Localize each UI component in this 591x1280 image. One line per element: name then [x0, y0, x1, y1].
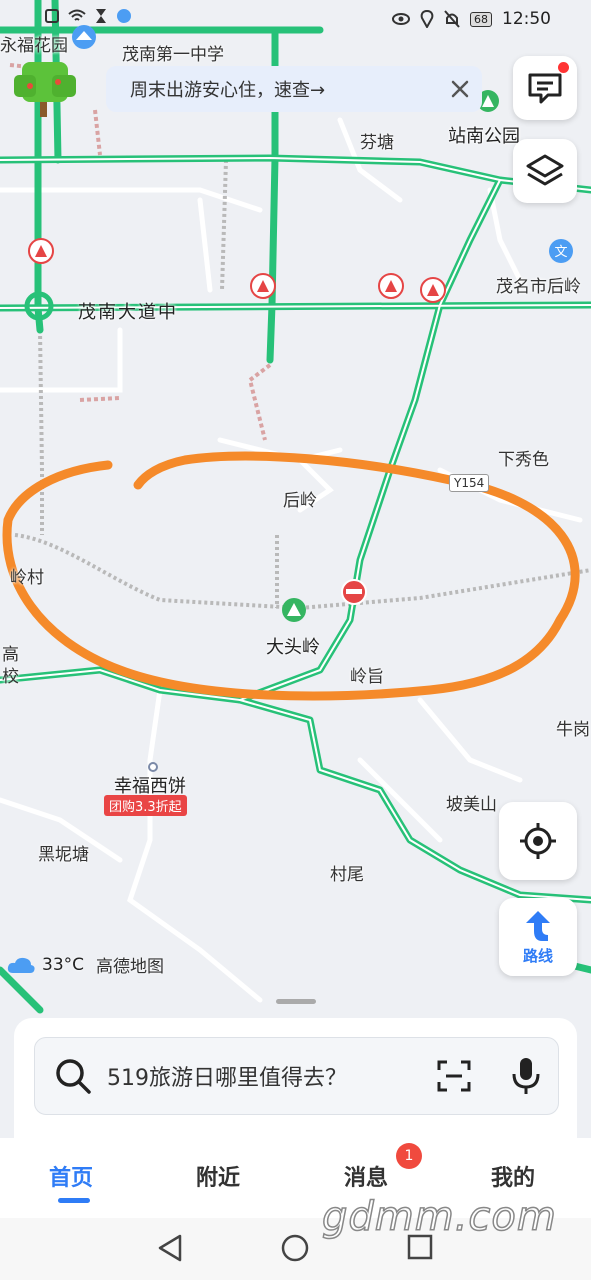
no-entry-icon [341, 579, 367, 605]
mountain-poi-icon [282, 598, 306, 622]
home-icon[interactable] [281, 1234, 309, 1262]
search-icon [56, 1059, 91, 1094]
place-label: 下秀色 [498, 450, 549, 470]
culture-poi-icon: 文 [549, 239, 573, 263]
banner-text[interactable]: 周末出游安心住，速查→ [130, 76, 325, 102]
cloud-icon [7, 957, 35, 973]
search-input[interactable]: 519旅游日哪里值得去？ [107, 1060, 347, 1092]
place-label: 村尾 [330, 865, 364, 885]
deal-badge[interactable]: 团购3.3折起 [104, 795, 187, 816]
mic-icon[interactable] [511, 1056, 541, 1096]
tab-messages[interactable]: 消息 [344, 1160, 388, 1192]
status-icons-right: 68 12:50 [392, 9, 551, 29]
place-label: 茂名市后岭 [496, 277, 581, 297]
place-label: 茂南第一中学 [122, 45, 224, 65]
status-icons-left [44, 8, 132, 24]
tab-nearby[interactable]: 附近 [196, 1160, 240, 1192]
search-bar[interactable]: 519旅游日哪里值得去？ [34, 1037, 559, 1115]
location-icon [420, 10, 434, 28]
place-label: 坡美山 [446, 795, 497, 815]
status-bar: 68 12:50 [0, 0, 591, 40]
amap-screen: 文 永福花园 茂南第一中学 芬塘 站南公园 茂南大道中 茂名市后岭 下秀色 Y1… [0, 0, 591, 1280]
route-button[interactable]: 路线 [499, 898, 577, 976]
road-number-tag: Y154 [449, 474, 490, 492]
watermark: gdmm.com [321, 1193, 557, 1241]
promo-banner[interactable]: 周末出游安心住，速查→ [106, 66, 482, 112]
place-label: 后岭 [283, 491, 317, 511]
layers-button[interactable] [513, 139, 577, 203]
app-icon [117, 9, 131, 23]
notification-icon [45, 9, 59, 23]
place-label: 黑坭塘 [38, 845, 89, 865]
eye-icon [392, 13, 410, 25]
place-label: 芬塘 [360, 133, 394, 153]
mute-icon [444, 10, 460, 28]
tab-home[interactable]: 首页 [49, 1160, 93, 1192]
tab-mine[interactable]: 我的 [491, 1160, 535, 1192]
svg-text:文: 文 [554, 245, 567, 260]
messages-badge: 1 [396, 1143, 422, 1169]
weather-indicator[interactable]: 33°C 高德地图 [6, 952, 164, 977]
place-label: 校 [2, 667, 19, 687]
place-label: 岭村 [10, 568, 44, 588]
place-label: 大头岭 [266, 637, 320, 658]
back-icon[interactable] [158, 1234, 182, 1262]
place-label: 岭旨 [350, 667, 384, 687]
active-tab-indicator [58, 1198, 90, 1203]
route-label: 路线 [522, 946, 553, 965]
battery-indicator: 68 [470, 11, 492, 27]
locate-button[interactable] [499, 802, 577, 880]
close-icon[interactable] [446, 75, 474, 103]
layers-icon [526, 154, 564, 186]
locate-icon [520, 823, 556, 859]
wifi-icon [68, 9, 86, 21]
hourglass-icon [96, 9, 106, 23]
unread-dot [558, 62, 569, 73]
route-arrow-icon [526, 910, 550, 941]
road-label: 茂南大道中 [78, 302, 178, 323]
brand-logo: 高德地图 [96, 957, 165, 977]
scan-icon[interactable] [437, 1060, 471, 1092]
temperature: 33°C [42, 954, 85, 975]
place-label: 牛岗 [556, 720, 590, 740]
clock: 12:50 [502, 9, 551, 29]
sheet-handle[interactable] [276, 999, 316, 1004]
message-icon [528, 73, 562, 104]
messages-button[interactable] [513, 56, 577, 120]
place-label: 站南公园 [448, 126, 520, 147]
